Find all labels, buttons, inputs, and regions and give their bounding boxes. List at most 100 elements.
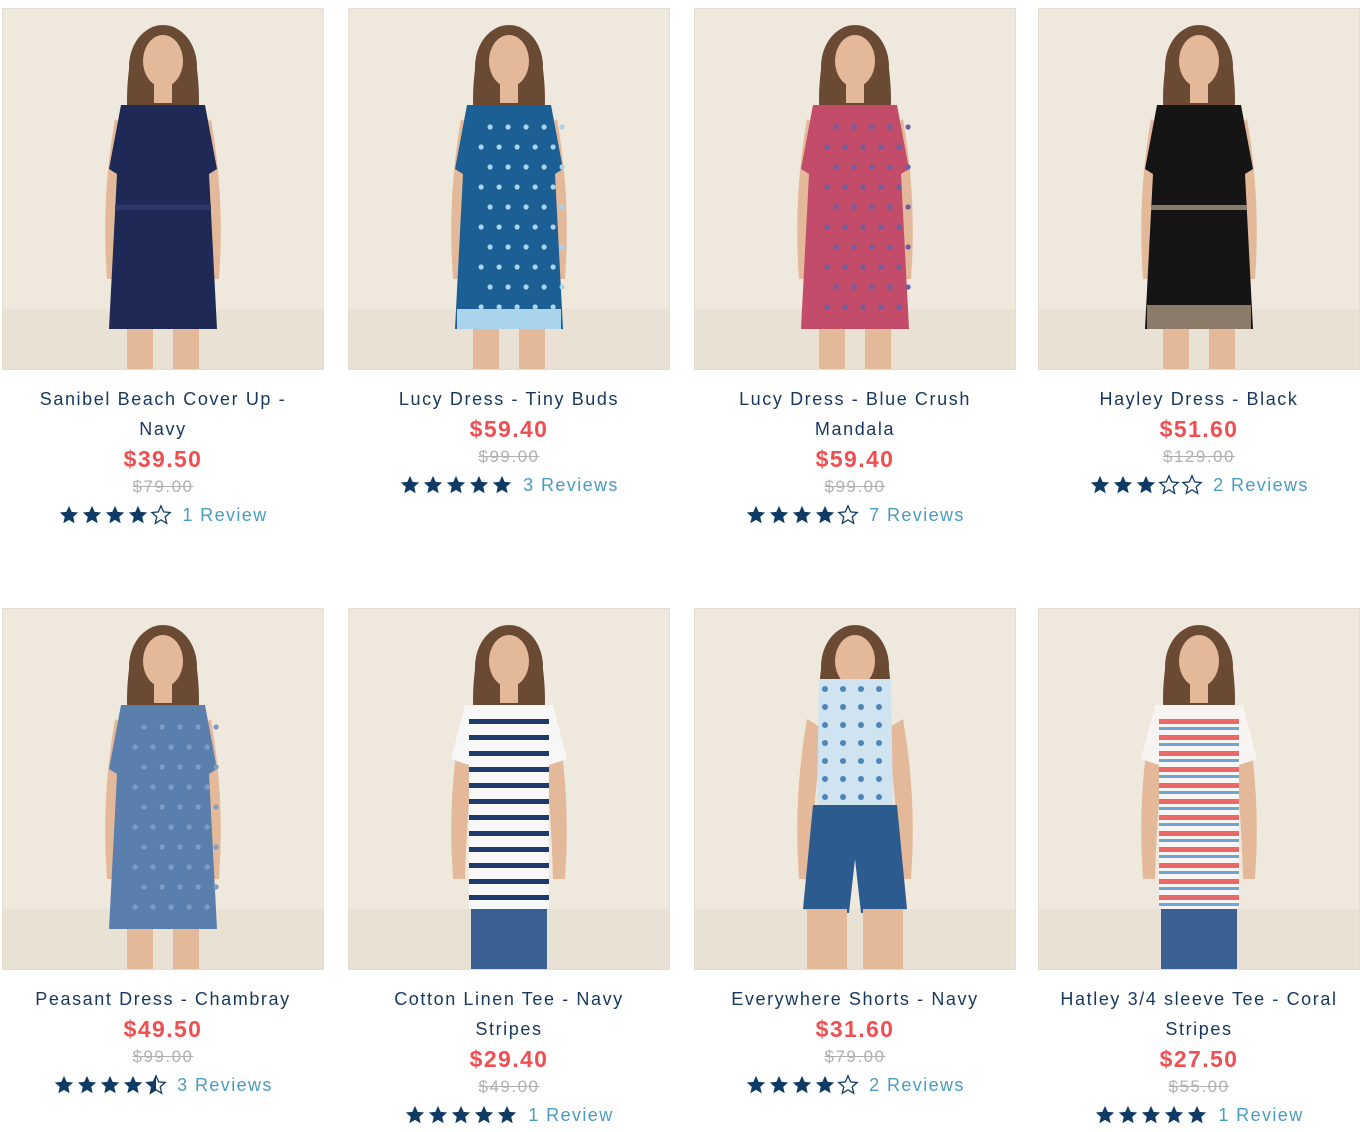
reviews-link[interactable]: 1 Review <box>1218 1105 1303 1126</box>
product-name-line2: Stripes <box>475 1019 543 1039</box>
star-filled-icon <box>770 505 789 524</box>
product-image[interactable] <box>694 8 1016 370</box>
product-name[interactable]: Sanibel Beach Cover Up - Navy <box>13 384 313 444</box>
product-name[interactable]: Hayley Dress - Black <box>1049 384 1349 414</box>
pink-print-dress-icon <box>695 9 1015 369</box>
product-name-line1: Peasant Dress - Chambray <box>35 989 291 1009</box>
star-filled-icon <box>1096 1105 1115 1124</box>
reviews-link[interactable]: 2 Reviews <box>869 1075 965 1096</box>
product-name[interactable]: Cotton Linen Tee - Navy Stripes <box>359 984 659 1044</box>
product-grid: Sanibel Beach Cover Up - Navy $39.50 $79.… <box>0 0 1360 1132</box>
star-filled-icon <box>1114 475 1133 494</box>
rating: 1 Review <box>1038 1100 1360 1130</box>
rating: 3 Reviews <box>348 470 670 500</box>
sale-price: $59.40 <box>469 416 549 442</box>
product-image[interactable] <box>348 608 670 970</box>
star-empty-icon <box>837 1074 859 1095</box>
product-name-line1: Lucy Dress - Blue Crush <box>739 389 971 409</box>
reviews-link[interactable]: 2 Reviews <box>1213 475 1309 496</box>
star-filled-icon <box>447 475 466 494</box>
star-filled-icon <box>747 505 766 524</box>
product-image[interactable] <box>694 608 1016 970</box>
product-name-line1: Sanibel Beach Cover Up - <box>39 389 287 409</box>
star-filled-icon <box>793 1075 812 1094</box>
star-filled-icon <box>78 1075 97 1094</box>
original-price: $55.00 <box>1168 1077 1230 1096</box>
product-name[interactable]: Lucy Dress - Tiny Buds <box>359 384 659 414</box>
original-price: $99.00 <box>824 477 886 496</box>
rating: 1 Review <box>348 1100 670 1130</box>
star-filled-icon <box>747 1075 766 1094</box>
star-rating <box>745 1074 859 1096</box>
rating: 2 Reviews <box>694 1070 1016 1100</box>
product-image[interactable] <box>348 8 670 370</box>
product-name-line1: Cotton Linen Tee - Navy <box>394 989 624 1009</box>
product-name-line1: Hayley Dress - Black <box>1099 389 1299 409</box>
star-filled-icon <box>1165 1105 1184 1124</box>
star-filled-icon <box>101 1075 120 1094</box>
star-filled-icon <box>770 1075 789 1094</box>
product-image[interactable] <box>2 608 324 970</box>
star-filled-icon <box>1119 1105 1138 1124</box>
coral-striped-tee-icon <box>1039 609 1359 969</box>
star-rating <box>745 504 859 526</box>
original-price: $79.00 <box>132 477 194 496</box>
reviews-link[interactable]: 1 Review <box>182 505 267 526</box>
star-filled-icon <box>406 1105 425 1124</box>
product-name-line2: Mandala <box>814 419 896 439</box>
star-empty-icon <box>1181 474 1203 495</box>
star-filled-icon <box>83 505 102 524</box>
black-dress-icon <box>1039 9 1359 369</box>
product-name[interactable]: Hatley 3/4 sleeve Tee - Coral Stripes <box>1049 984 1349 1044</box>
sale-price: $27.50 <box>1159 1046 1239 1072</box>
star-half-icon <box>145 1074 167 1095</box>
sale-price: $51.60 <box>1159 416 1239 442</box>
star-filled-icon <box>493 475 512 494</box>
sale-price: $49.50 <box>123 1016 203 1042</box>
star-filled-icon <box>106 505 125 524</box>
sale-price: $31.60 <box>815 1016 895 1042</box>
product-name[interactable]: Lucy Dress - Blue Crush Mandala <box>705 384 1005 444</box>
star-filled-icon <box>401 475 420 494</box>
reviews-link[interactable]: 3 Reviews <box>177 1075 273 1096</box>
product-name[interactable]: Peasant Dress - Chambray <box>13 984 313 1014</box>
original-price: $129.00 <box>1163 447 1235 466</box>
reviews-link[interactable]: 1 Review <box>528 1105 613 1126</box>
star-filled-icon <box>470 475 489 494</box>
star-filled-icon <box>1091 475 1110 494</box>
star-empty-icon <box>837 504 859 525</box>
product-name-line2: Navy <box>139 419 187 439</box>
sale-price: $59.40 <box>815 446 895 472</box>
product-image[interactable] <box>1038 608 1360 970</box>
reviews-link[interactable]: 7 Reviews <box>869 505 965 526</box>
product-name[interactable]: Everywhere Shorts - Navy <box>705 984 1005 1014</box>
shorts-icon <box>695 609 1015 969</box>
star-rating <box>58 504 173 526</box>
star-empty-icon <box>150 504 173 525</box>
rating: 7 Reviews <box>694 500 1016 530</box>
striped-tee-icon <box>349 609 669 969</box>
product-name-line1: Lucy Dress - Tiny Buds <box>398 389 620 409</box>
product-image[interactable] <box>1038 8 1360 370</box>
star-rating <box>1089 474 1203 496</box>
chambray-dress-icon <box>3 609 323 969</box>
star-filled-icon <box>793 505 812 524</box>
navy-dress-icon <box>3 9 323 369</box>
star-rating <box>404 1104 518 1126</box>
star-filled-icon <box>55 1075 74 1094</box>
star-filled-icon <box>1188 1105 1207 1124</box>
star-filled-icon <box>1137 475 1156 494</box>
rating: 2 Reviews <box>1038 470 1360 500</box>
product-name-line2: Stripes <box>1165 1019 1233 1039</box>
sale-price: $39.50 <box>123 446 203 472</box>
star-filled-icon <box>498 1105 517 1124</box>
original-price: $79.00 <box>824 1047 886 1066</box>
reviews-link[interactable]: 3 Reviews <box>523 475 619 496</box>
original-price: $99.00 <box>132 1047 194 1066</box>
star-filled-icon <box>424 475 443 494</box>
star-rating <box>1094 1104 1208 1126</box>
star-filled-icon <box>452 1105 471 1124</box>
star-filled-icon <box>1142 1105 1161 1124</box>
original-price: $99.00 <box>478 447 540 466</box>
product-image[interactable] <box>2 8 324 370</box>
